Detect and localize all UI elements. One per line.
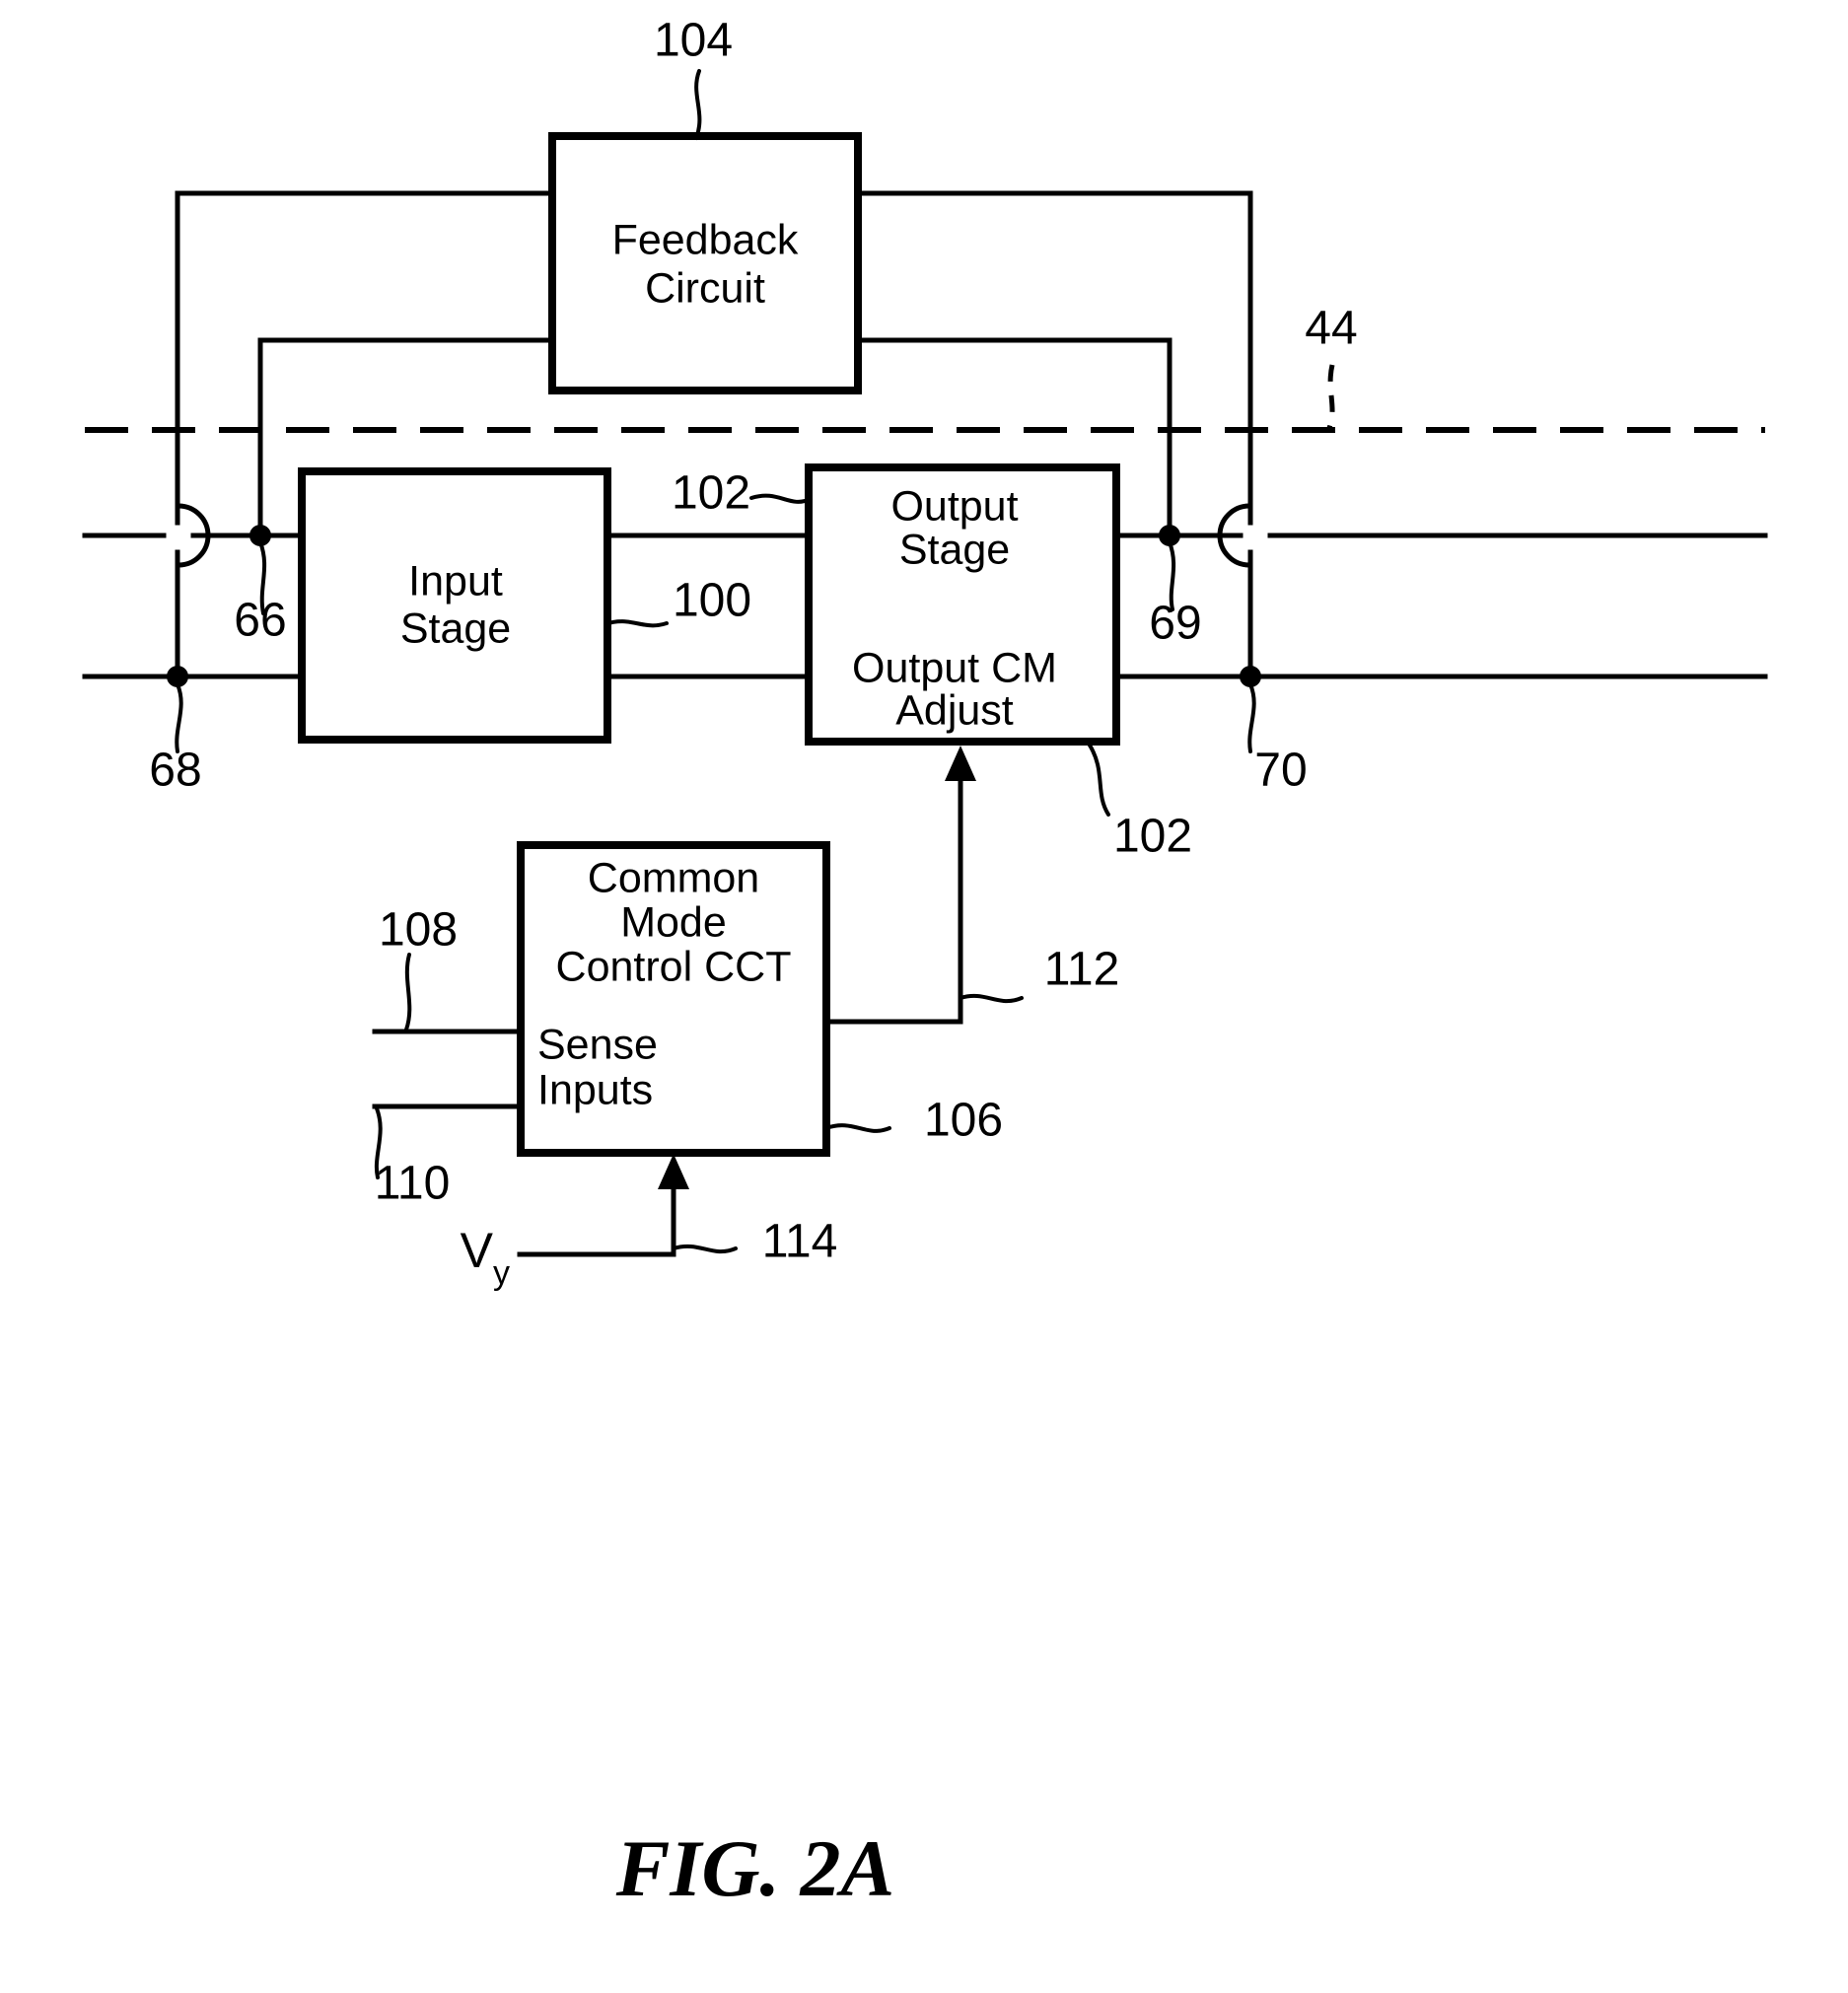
output-cm-adjust-label-line1: Output CM xyxy=(852,644,1057,691)
patent-figure-2a: Feedback Circuit Input Stage Output Stag… xyxy=(0,0,1848,1993)
ref-numeral-106: 106 xyxy=(924,1095,1003,1147)
figure-caption: FIG. 2A xyxy=(615,1823,895,1913)
diagram-canvas: Feedback Circuit Input Stage Output Stag… xyxy=(82,15,1768,1913)
leader-100 xyxy=(604,619,669,628)
output-cm-adjust-label-line2: Adjust xyxy=(895,686,1014,734)
sense-inputs-label-line2: Inputs xyxy=(537,1066,653,1113)
output-stage-label-line1: Output xyxy=(890,482,1018,530)
vy-input-wire-114 xyxy=(517,1154,689,1257)
ref-numeral-68: 68 xyxy=(149,745,201,797)
ref-numeral-104: 104 xyxy=(654,15,733,67)
ref-numeral-102-top: 102 xyxy=(672,467,750,520)
ref-numeral-108: 108 xyxy=(379,904,458,957)
leader-102-bottom xyxy=(1087,742,1110,817)
ref-numeral-112: 112 xyxy=(1044,944,1120,996)
arrowhead-112 xyxy=(945,746,976,781)
cm-control-label-line1: Common xyxy=(588,854,759,901)
leader-102-top xyxy=(749,493,813,504)
input-stage-label-line1: Input xyxy=(408,557,503,605)
ref-numeral-44: 44 xyxy=(1305,303,1357,355)
leader-114 xyxy=(672,1244,738,1254)
output-stage-label-line2: Stage xyxy=(899,526,1010,573)
leader-106 xyxy=(824,1123,891,1133)
leader-104 xyxy=(694,69,702,140)
feedback-circuit-label-line1: Feedback xyxy=(612,216,799,263)
cm-control-label-line2: Mode xyxy=(620,898,727,946)
arrowhead-114 xyxy=(658,1154,689,1189)
cm-control-label-line3: Control CCT xyxy=(556,943,792,990)
feedback-circuit-label-line2: Circuit xyxy=(645,264,765,312)
ref-numeral-110: 110 xyxy=(375,1158,451,1210)
vy-subscript-label: y xyxy=(493,1254,510,1292)
ref-numeral-102-bottom: 102 xyxy=(1113,811,1192,863)
ref-numeral-66: 66 xyxy=(234,595,286,647)
boundary-leader-44 xyxy=(1326,364,1335,429)
leader-70 xyxy=(1247,682,1256,753)
ref-numeral-69: 69 xyxy=(1149,598,1201,650)
vy-signal-label: V xyxy=(461,1223,494,1278)
leader-112 xyxy=(959,993,1024,1004)
input-stage-label-line2: Stage xyxy=(400,605,511,652)
cm-adjust-control-wire-112 xyxy=(823,746,976,1025)
leader-68 xyxy=(175,682,183,753)
sense-inputs-label-line1: Sense xyxy=(537,1021,658,1068)
ref-numeral-70: 70 xyxy=(1254,745,1307,797)
ref-numeral-114: 114 xyxy=(762,1216,838,1268)
leader-108 xyxy=(404,953,412,1032)
ref-numeral-100: 100 xyxy=(673,575,751,627)
